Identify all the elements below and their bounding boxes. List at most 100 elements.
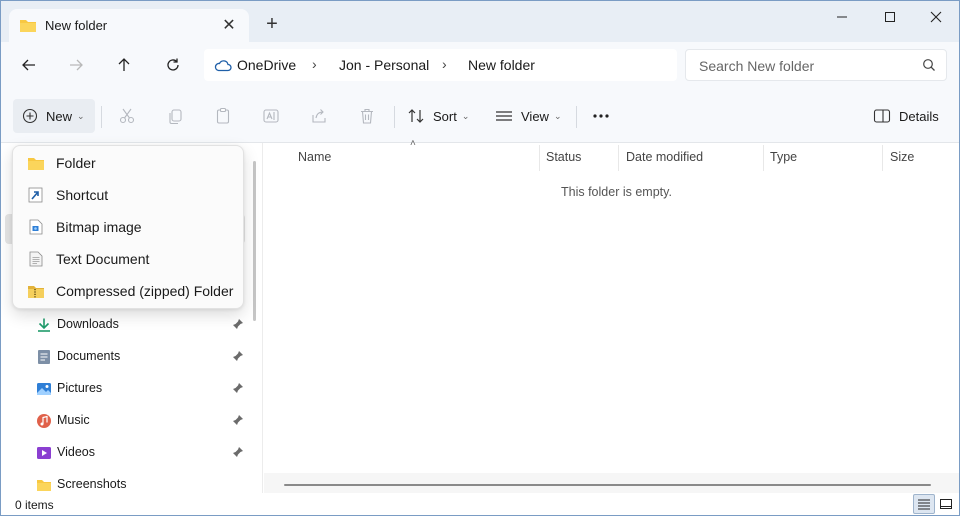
refresh-button[interactable] (158, 52, 188, 78)
menu-item-shortcut[interactable]: Shortcut (17, 180, 239, 210)
pin-icon (232, 414, 244, 429)
divider (576, 106, 577, 128)
breadcrumb-new-folder[interactable]: New folder (468, 57, 535, 73)
address-bar: OneDrive › Jon - Personal › New folder (1, 42, 959, 88)
sidebar-item-label: Videos (57, 445, 95, 459)
new-item-menu: Folder Shortcut Bitmap image Text Docume… (12, 145, 244, 309)
menu-item-label: Shortcut (56, 187, 109, 203)
view-lines-icon (495, 107, 513, 125)
column-divider[interactable] (539, 145, 540, 171)
sidebar-item-pictures[interactable]: Pictures (1, 374, 253, 404)
view-label: View (521, 108, 549, 124)
horizontal-scrollbar-track[interactable] (264, 473, 959, 493)
ellipsis-icon (593, 114, 609, 118)
breadcrumb-jon-personal[interactable]: Jon - Personal (339, 57, 429, 73)
divider (394, 106, 395, 128)
pin-icon (232, 446, 244, 461)
search-input[interactable] (699, 58, 909, 74)
tiles-view-toggle[interactable] (935, 494, 957, 514)
zip-folder-icon (27, 283, 45, 299)
column-divider[interactable] (763, 145, 764, 171)
column-header-status[interactable]: Status (546, 150, 581, 164)
menu-item-folder[interactable]: Folder (17, 148, 239, 178)
folder-icon (27, 155, 45, 171)
empty-folder-message: This folder is empty. (561, 185, 672, 199)
tab-new-folder[interactable]: New folder ✕ (9, 9, 249, 42)
chevron-down-icon: ⌄ (77, 110, 85, 121)
rename-icon (263, 109, 279, 123)
minimize-button[interactable] (819, 1, 865, 33)
details-label: Details (899, 108, 939, 124)
scissors-icon (119, 108, 135, 124)
view-button[interactable]: View ⌄ (495, 99, 562, 133)
details-view-toggle[interactable] (913, 494, 935, 514)
search-box[interactable] (685, 49, 947, 81)
close-window-button[interactable] (913, 1, 959, 33)
share-button[interactable] (302, 99, 336, 133)
menu-item-bitmap-image[interactable]: Bitmap image (17, 212, 239, 242)
column-header-name[interactable]: Name (298, 150, 331, 164)
details-view-icon (918, 499, 930, 510)
breadcrumb-onedrive[interactable]: OneDrive (237, 57, 296, 73)
file-list-pane[interactable]: ˄ Name Status Date modified Type Size Th… (264, 138, 959, 493)
folder-icon (36, 477, 52, 493)
delete-button[interactable] (350, 99, 384, 133)
clipboard-icon (216, 107, 230, 124)
documents-icon (36, 349, 52, 365)
plus-circle-icon (22, 108, 38, 124)
new-tab-button[interactable]: + (259, 11, 285, 37)
sidebar-item-downloads[interactable]: Downloads (1, 310, 253, 340)
sort-ascending-icon: ˄ (410, 138, 416, 149)
bitmap-icon (27, 219, 45, 235)
sidebar-item-videos[interactable]: Videos (1, 438, 253, 468)
maximize-button[interactable] (867, 1, 913, 33)
horizontal-scrollbar-thumb[interactable] (284, 484, 931, 486)
search-icon[interactable] (922, 58, 936, 75)
breadcrumb-separator[interactable]: › (312, 56, 317, 72)
sidebar-item-music[interactable]: Music (1, 406, 253, 436)
sidebar-item-label: Screenshots (57, 477, 127, 491)
cut-button[interactable] (110, 99, 144, 133)
back-button[interactable] (14, 52, 44, 78)
pictures-icon (36, 381, 52, 397)
forward-button[interactable] (61, 52, 91, 78)
column-divider[interactable] (882, 145, 883, 171)
sidebar-item-label: Downloads (57, 317, 119, 331)
shortcut-icon (27, 187, 45, 203)
command-bar: New ⌄ Sort ⌄ View ⌄ Details (1, 88, 959, 143)
up-button[interactable] (109, 52, 139, 78)
details-button[interactable]: Details (873, 99, 939, 133)
sort-button[interactable]: Sort ⌄ (407, 99, 469, 133)
rename-button[interactable] (254, 99, 288, 133)
column-header-date-modified[interactable]: Date modified (626, 150, 703, 164)
sidebar-scrollbar[interactable] (253, 161, 256, 321)
close-tab-icon[interactable]: ✕ (217, 13, 241, 37)
more-options-button[interactable] (584, 99, 618, 133)
pin-icon (232, 318, 244, 333)
column-divider[interactable] (618, 145, 619, 171)
pin-icon (232, 350, 244, 365)
breadcrumb-separator[interactable]: › (442, 56, 447, 72)
large-icons-view-icon (940, 499, 952, 509)
menu-item-label: Text Document (56, 251, 150, 267)
sort-label: Sort (433, 108, 457, 124)
breadcrumb[interactable]: OneDrive › Jon - Personal › New folder (204, 49, 677, 81)
new-button[interactable]: New ⌄ (13, 99, 95, 133)
pin-icon (232, 382, 244, 397)
trash-icon (361, 108, 373, 124)
sidebar-item-documents[interactable]: Documents (1, 342, 253, 372)
new-button-label: New (46, 108, 73, 124)
menu-item-text-document[interactable]: Text Document (17, 244, 239, 274)
column-header-type[interactable]: Type (770, 150, 797, 164)
file-explorer-window: New folder ✕ + OneDrive › Jon - Personal… (0, 0, 960, 516)
sidebar-item-label: Documents (57, 349, 121, 363)
paste-button[interactable] (206, 99, 240, 133)
tab-title: New folder (45, 18, 108, 33)
menu-item-label: Folder (56, 155, 96, 171)
chevron-down-icon: ⌄ (461, 110, 470, 121)
menu-item-compressed-folder[interactable]: Compressed (zipped) Folder (17, 276, 239, 306)
column-header-size[interactable]: Size (890, 150, 914, 164)
copy-button[interactable] (158, 99, 192, 133)
sidebar-item-label: Pictures (57, 381, 103, 395)
sort-icon (407, 107, 425, 125)
